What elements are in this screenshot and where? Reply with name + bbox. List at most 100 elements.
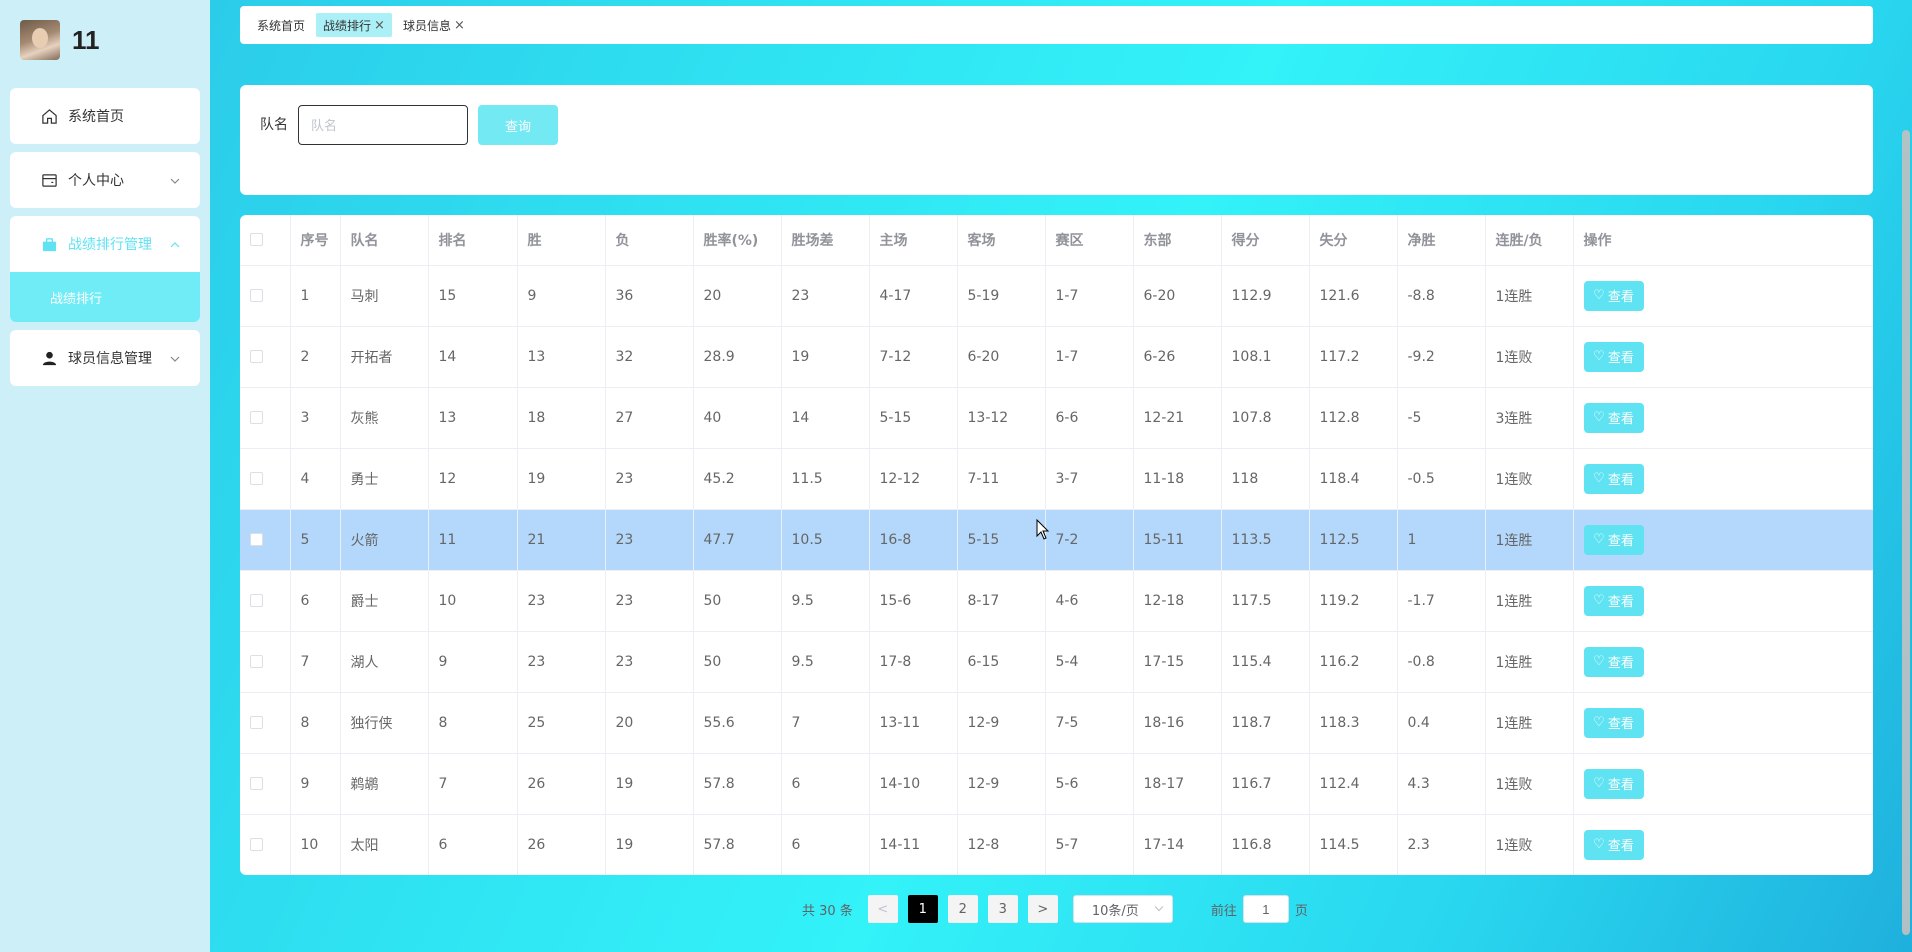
page-size-select[interactable]: 10条/页 bbox=[1072, 895, 1173, 923]
table-cell: -5 bbox=[1397, 387, 1486, 449]
heart-icon: ♡ bbox=[1593, 532, 1605, 547]
col-header[interactable]: 胜 bbox=[517, 215, 606, 266]
table-cell: 113.5 bbox=[1221, 509, 1310, 571]
col-header[interactable]: 胜场差 bbox=[781, 215, 870, 266]
col-header[interactable]: 得分 bbox=[1221, 215, 1310, 266]
table-row[interactable]: 7 湖人 9 23 23 50 9.5 17-8 6-15 5-4 17-15 115.4 116.2-… bbox=[240, 631, 1873, 693]
table-cell: 14 bbox=[428, 326, 518, 388]
table-cell: 1连败 bbox=[1485, 814, 1574, 875]
view-button[interactable]: ♡ 查看 bbox=[1583, 280, 1644, 311]
row-checkbox[interactable] bbox=[250, 289, 263, 302]
view-button-label: 查看 bbox=[1607, 290, 1634, 305]
row-checkbox[interactable] bbox=[250, 472, 263, 485]
row-checkbox[interactable] bbox=[250, 594, 263, 607]
prev-page-button[interactable]: < bbox=[867, 895, 898, 923]
view-button[interactable]: ♡ 查看 bbox=[1583, 585, 1644, 616]
tab-ranking[interactable]: 战绩排行 × bbox=[316, 13, 392, 37]
view-button[interactable]: ♡ 查看 bbox=[1583, 768, 1644, 799]
row-checkbox[interactable] bbox=[250, 411, 263, 424]
table-cell: 50 bbox=[693, 631, 782, 693]
row-checkbox[interactable] bbox=[250, 838, 263, 851]
table-row[interactable]: 10 太阳 6 26 19 57.8 6 14-11 12-8 5-7 17-14 116.8 114.… bbox=[240, 814, 1873, 875]
table-cell: 13-12 bbox=[957, 387, 1046, 449]
table-cell: 6 bbox=[781, 814, 870, 875]
row-checkbox[interactable] bbox=[250, 716, 263, 729]
chevron-down-icon bbox=[170, 172, 180, 188]
col-header[interactable]: 净胜 bbox=[1397, 215, 1486, 266]
search-button[interactable]: 查询 bbox=[478, 105, 558, 145]
table-row[interactable]: 1 马刺 15 9 36 20 23 4-17 5-19 1-7 6-20 112.9 121.6 -8.… bbox=[240, 265, 1873, 327]
table-cell: 10 bbox=[290, 814, 341, 875]
table-row[interactable]: 5 火箭 11 21 23 47.7 10.5 16-8 5-15 7-2 15-11 113.5 11… bbox=[240, 509, 1873, 571]
table-cell: 3-7 bbox=[1045, 448, 1134, 510]
table-cell: 12-18 bbox=[1133, 570, 1222, 632]
table-cell: 116.8 bbox=[1221, 814, 1310, 875]
table-row[interactable]: 9 鹈鹕 7 26 19 57.8 6 14-10 12-9 5-6 18-17 116.7 112.4… bbox=[240, 753, 1873, 815]
table-cell: 14-11 bbox=[869, 814, 958, 875]
table-cell: 1连胜 bbox=[1485, 509, 1574, 571]
action-cell: ♡ 查看 bbox=[1573, 631, 1873, 693]
team-name-input[interactable] bbox=[298, 105, 468, 145]
sidebar-item-player-management[interactable]: 球员信息管理 bbox=[10, 330, 200, 386]
col-header[interactable]: 排名 bbox=[428, 215, 518, 266]
heart-icon: ♡ bbox=[1593, 593, 1605, 608]
view-button[interactable]: ♡ 查看 bbox=[1583, 341, 1644, 372]
page-button[interactable]: 1 bbox=[907, 895, 938, 923]
table-row[interactable]: 6 爵士 10 23 23 50 9.5 15-6 8-17 4-6 12-18 117.5 119.2… bbox=[240, 570, 1873, 632]
view-button[interactable]: ♡ 查看 bbox=[1583, 402, 1644, 433]
table-cell: 1连败 bbox=[1485, 448, 1574, 510]
table-cell: 27 bbox=[605, 387, 694, 449]
col-header[interactable]: 东部 bbox=[1133, 215, 1222, 266]
col-header[interactable]: 客场 bbox=[957, 215, 1046, 266]
scrollbar-thumb[interactable] bbox=[1902, 130, 1910, 935]
table-cell: 119.2 bbox=[1309, 570, 1398, 632]
table-cell: 5-15 bbox=[869, 387, 958, 449]
close-icon[interactable]: × bbox=[454, 18, 465, 33]
select-all-checkbox[interactable] bbox=[250, 233, 263, 247]
tab-home[interactable]: 系统首页 bbox=[250, 13, 312, 37]
col-header[interactable]: 主场 bbox=[869, 215, 958, 266]
table-cell: 6-20 bbox=[1133, 265, 1222, 327]
page-size-value: 10条/页 bbox=[1091, 903, 1139, 919]
next-page-button[interactable]: > bbox=[1027, 895, 1058, 923]
table-cell: -8.8 bbox=[1397, 265, 1486, 327]
sidebar-item-ranking-management[interactable]: 战绩排行管理 战绩排行 bbox=[10, 216, 200, 322]
sidebar-subitem-ranking[interactable]: 战绩排行 bbox=[10, 272, 200, 322]
action-cell: ♡ 查看 bbox=[1573, 753, 1873, 815]
goto-page-input[interactable] bbox=[1242, 895, 1289, 923]
table-cell: 121.6 bbox=[1309, 265, 1398, 327]
close-icon[interactable]: × bbox=[374, 18, 385, 33]
sidebar-item-home[interactable]: 系统首页 bbox=[10, 88, 200, 144]
sidebar: 11 系统首页 个人中心 战绩排行管理 战绩排行 球员信息管理 bbox=[0, 0, 210, 952]
col-header[interactable]: 队名 bbox=[340, 215, 429, 266]
view-button[interactable]: ♡ 查看 bbox=[1583, 646, 1644, 677]
table-row[interactable]: 2 开拓者 14 13 32 28.9 19 7-12 6-20 1-7 6-26 108.1 117.… bbox=[240, 326, 1873, 388]
view-button[interactable]: ♡ 查看 bbox=[1583, 463, 1644, 494]
col-header[interactable]: 连胜/负 bbox=[1485, 215, 1574, 266]
view-button[interactable]: ♡ 查看 bbox=[1583, 829, 1644, 860]
view-button[interactable]: ♡ 查看 bbox=[1583, 524, 1644, 555]
table-row[interactable]: 8 独行侠 8 25 20 55.6 7 13-11 12-9 7-5 18-16 118.7 118.… bbox=[240, 692, 1873, 754]
table-cell: 2 bbox=[290, 326, 341, 388]
col-header[interactable]: 序号 bbox=[290, 215, 341, 266]
col-header[interactable]: 负 bbox=[605, 215, 694, 266]
page-button[interactable]: 2 bbox=[947, 895, 978, 923]
row-select-cell bbox=[240, 814, 291, 875]
page-button[interactable]: 3 bbox=[987, 895, 1018, 923]
row-checkbox[interactable] bbox=[250, 533, 263, 546]
row-checkbox[interactable] bbox=[250, 655, 263, 668]
col-header[interactable]: 赛区 bbox=[1045, 215, 1134, 266]
col-header[interactable]: 胜率(%) bbox=[693, 215, 782, 266]
page-scrollbar[interactable] bbox=[1900, 0, 1912, 952]
table-row[interactable]: 3 灰熊 13 18 27 40 14 5-15 13-12 6-6 12-21 107.8 112.8… bbox=[240, 387, 1873, 449]
sidebar-item-personal-center[interactable]: 个人中心 bbox=[10, 152, 200, 208]
table-row[interactable]: 4 勇士 12 19 23 45.2 11.5 12-12 7-11 3-7 11-18 118 118… bbox=[240, 448, 1873, 510]
avatar[interactable] bbox=[20, 20, 60, 60]
view-button[interactable]: ♡ 查看 bbox=[1583, 707, 1644, 738]
table-cell: 36 bbox=[605, 265, 694, 327]
row-checkbox[interactable] bbox=[250, 350, 263, 363]
table-cell: 1 bbox=[290, 265, 341, 327]
col-header[interactable]: 失分 bbox=[1309, 215, 1398, 266]
row-checkbox[interactable] bbox=[250, 777, 263, 790]
tab-player-info[interactable]: 球员信息 × bbox=[396, 13, 472, 37]
